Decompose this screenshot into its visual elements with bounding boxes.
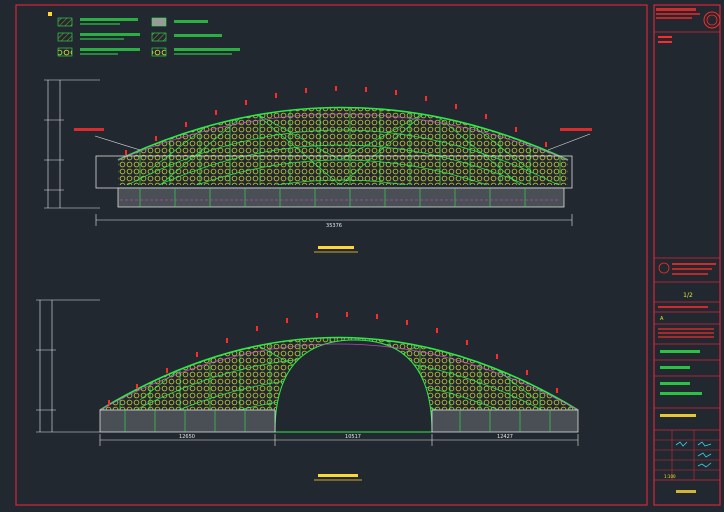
title-block: 1/2 A 1:100 (654, 8, 721, 493)
top-elevation: 35376 (44, 79, 592, 253)
scale: 1:100 (664, 474, 676, 479)
cad-drawing-canvas: 35376 12650 10517 12427 1/2 A 1:100 (15, 4, 721, 506)
bottom-dim-left: 12650 (179, 434, 195, 440)
bottom-elevation: 12650 10517 12427 (36, 299, 579, 481)
top-span-dimension: 35376 (326, 223, 342, 229)
legend (48, 12, 240, 57)
sheet-number: 1/2 (683, 292, 693, 299)
bottom-dim-right: 12427 (497, 434, 513, 440)
bottom-dim-mid: 10517 (345, 434, 361, 440)
revision: A (660, 316, 664, 322)
